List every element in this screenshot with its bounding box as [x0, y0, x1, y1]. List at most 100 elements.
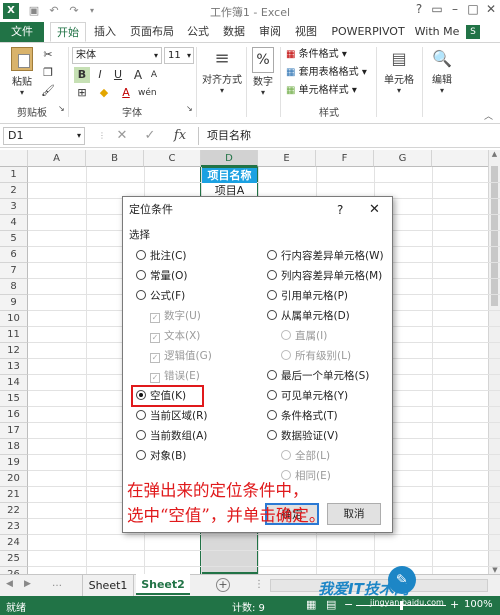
cells-button[interactable]: ▤ 单元格 ▾ [380, 47, 418, 95]
fill-color-icon[interactable]: ◆ [96, 85, 112, 101]
scroll-thumb[interactable] [491, 166, 498, 306]
confirm-entry-icon[interactable]: ✓ [140, 127, 160, 145]
tab-review[interactable]: 审阅 [255, 22, 285, 42]
cell-d1[interactable]: 项目名称 [202, 168, 257, 183]
option-row-differences[interactable]: 行内容差异单元格(W) [267, 247, 384, 265]
row-header[interactable]: 25 [0, 551, 28, 567]
tab-insert[interactable]: 插入 [90, 22, 120, 42]
grow-font-button[interactable]: A [130, 67, 146, 83]
row-header[interactable]: 7 [0, 263, 28, 279]
option-formulas[interactable]: 公式(F) [136, 287, 212, 305]
sheet-tab-sheet2[interactable]: Sheet2 [136, 574, 190, 595]
row-header[interactable]: 17 [0, 423, 28, 439]
scroll-down-icon[interactable]: ▼ [489, 566, 500, 574]
option-dependents[interactable]: 从属单元格(D) [267, 307, 384, 325]
font-launcher-icon[interactable]: ↘ [186, 104, 193, 113]
account-avatar[interactable]: S [466, 25, 480, 39]
close-icon[interactable]: ✕ [482, 2, 500, 20]
column-header[interactable]: E [258, 150, 316, 167]
underline-button[interactable]: U [110, 67, 126, 83]
format-painter-icon[interactable]: 🖌 [40, 83, 56, 99]
font-name-select[interactable]: 宋体 ▾ [72, 47, 162, 64]
help-button[interactable]: ? [410, 2, 428, 20]
zoom-level[interactable]: 100% [464, 599, 493, 610]
row-header[interactable]: 14 [0, 375, 28, 391]
option-visible-cells[interactable]: 可见单元格(Y) [267, 387, 384, 405]
conditional-format-button[interactable]: ▦ 条件格式 ▾ [286, 47, 347, 63]
row-header[interactable]: 21 [0, 487, 28, 503]
row-header[interactable]: 18 [0, 439, 28, 455]
phonetic-icon[interactable]: wén [138, 85, 157, 101]
row-header[interactable]: 22 [0, 503, 28, 519]
row-header[interactable]: 20 [0, 471, 28, 487]
column-header[interactable]: A [28, 150, 86, 167]
minimize-icon[interactable]: – [446, 2, 464, 20]
column-header[interactable]: D [201, 150, 258, 167]
tab-powerpivot[interactable]: POWERPIVOT [328, 22, 408, 42]
font-size-select[interactable]: 11 ▾ [164, 47, 194, 64]
tab-with-me[interactable]: With Me [412, 22, 462, 42]
dialog-help-button[interactable]: ? [337, 203, 343, 217]
row-header[interactable]: 12 [0, 343, 28, 359]
row-header[interactable]: 8 [0, 279, 28, 295]
tab-data[interactable]: 数据 [219, 22, 249, 42]
add-sheet-button[interactable]: + [216, 578, 230, 592]
option-conditional-formats[interactable]: 条件格式(T) [267, 407, 384, 425]
cut-icon[interactable]: ✂ [40, 47, 56, 63]
editing-button[interactable]: 🔍 编辑 ▾ [426, 47, 458, 95]
cancel-entry-icon[interactable]: ✕ [112, 127, 132, 145]
ribbon-display-icon[interactable]: ▭ [428, 2, 446, 20]
row-header[interactable]: 10 [0, 311, 28, 327]
cancel-button[interactable]: 取消 [327, 503, 381, 525]
option-current-array[interactable]: 当前数组(A) [136, 427, 212, 445]
option-constants[interactable]: 常量(O) [136, 267, 212, 285]
format-as-table-button[interactable]: ▦ 套用表格格式 ▾ [286, 65, 367, 81]
maximize-icon[interactable]: □ [464, 2, 482, 20]
sheet-tab-sheet1[interactable]: Sheet1 [82, 575, 134, 596]
option-last-cell[interactable]: 最后一个单元格(S) [267, 367, 384, 385]
scroll-up-icon[interactable]: ▲ [489, 150, 500, 158]
name-box[interactable]: D1 ▾ [3, 127, 85, 145]
border-icon[interactable]: ⊞ [74, 85, 90, 101]
option-precedents[interactable]: 引用单元格(P) [267, 287, 384, 305]
italic-button[interactable]: I [92, 67, 108, 83]
insert-function-button[interactable]: fx [170, 127, 190, 145]
tab-formulas[interactable]: 公式 [183, 22, 213, 42]
row-header[interactable]: 24 [0, 535, 28, 551]
cell-styles-button[interactable]: ▦ 单元格样式 ▾ [286, 83, 357, 99]
row-header[interactable]: 6 [0, 247, 28, 263]
row-header[interactable]: 3 [0, 199, 28, 215]
clipboard-launcher-icon[interactable]: ↘ [58, 104, 65, 113]
row-header[interactable]: 19 [0, 455, 28, 471]
row-header[interactable]: 9 [0, 295, 28, 311]
normal-view-icon[interactable]: ▦ [306, 598, 316, 611]
bold-button[interactable]: B [74, 67, 90, 83]
select-all-corner[interactable] [0, 150, 28, 167]
next-sheet-icon[interactable]: ▶ [24, 579, 31, 589]
paste-button[interactable]: 粘贴 ▾ [8, 47, 36, 97]
option-current-region[interactable]: 当前区域(R) [136, 407, 212, 425]
tab-view[interactable]: 视图 [291, 22, 321, 42]
shrink-font-button[interactable]: A [146, 67, 162, 83]
prev-sheet-icon[interactable]: ◀ [6, 579, 13, 589]
row-header[interactable]: 11 [0, 327, 28, 343]
row-header[interactable]: 2 [0, 183, 28, 199]
tab-file[interactable]: 文件 [0, 22, 44, 42]
option-data-validation[interactable]: 数据验证(V) [267, 427, 384, 445]
row-header[interactable]: 4 [0, 215, 28, 231]
dialog-close-button[interactable]: ✕ [369, 202, 380, 217]
collapse-ribbon-icon[interactable]: ︿ [484, 109, 493, 122]
column-header[interactable]: C [144, 150, 201, 167]
formula-input[interactable]: 项目名称 [198, 127, 494, 145]
option-objects[interactable]: 对象(B) [136, 447, 212, 465]
row-header[interactable]: 23 [0, 519, 28, 535]
alignment-button[interactable]: ≡ 对齐方式 ▾ [200, 47, 244, 95]
zoom-in-icon[interactable]: + [450, 598, 459, 611]
zoom-out-icon[interactable]: − [344, 598, 353, 611]
column-header[interactable]: G [374, 150, 432, 167]
tab-home[interactable]: 开始 [50, 22, 86, 42]
number-button[interactable]: % 数字 ▾ [250, 47, 276, 97]
font-color-button[interactable]: A [118, 85, 134, 101]
row-header[interactable]: 5 [0, 231, 28, 247]
row-header[interactable]: 13 [0, 359, 28, 375]
